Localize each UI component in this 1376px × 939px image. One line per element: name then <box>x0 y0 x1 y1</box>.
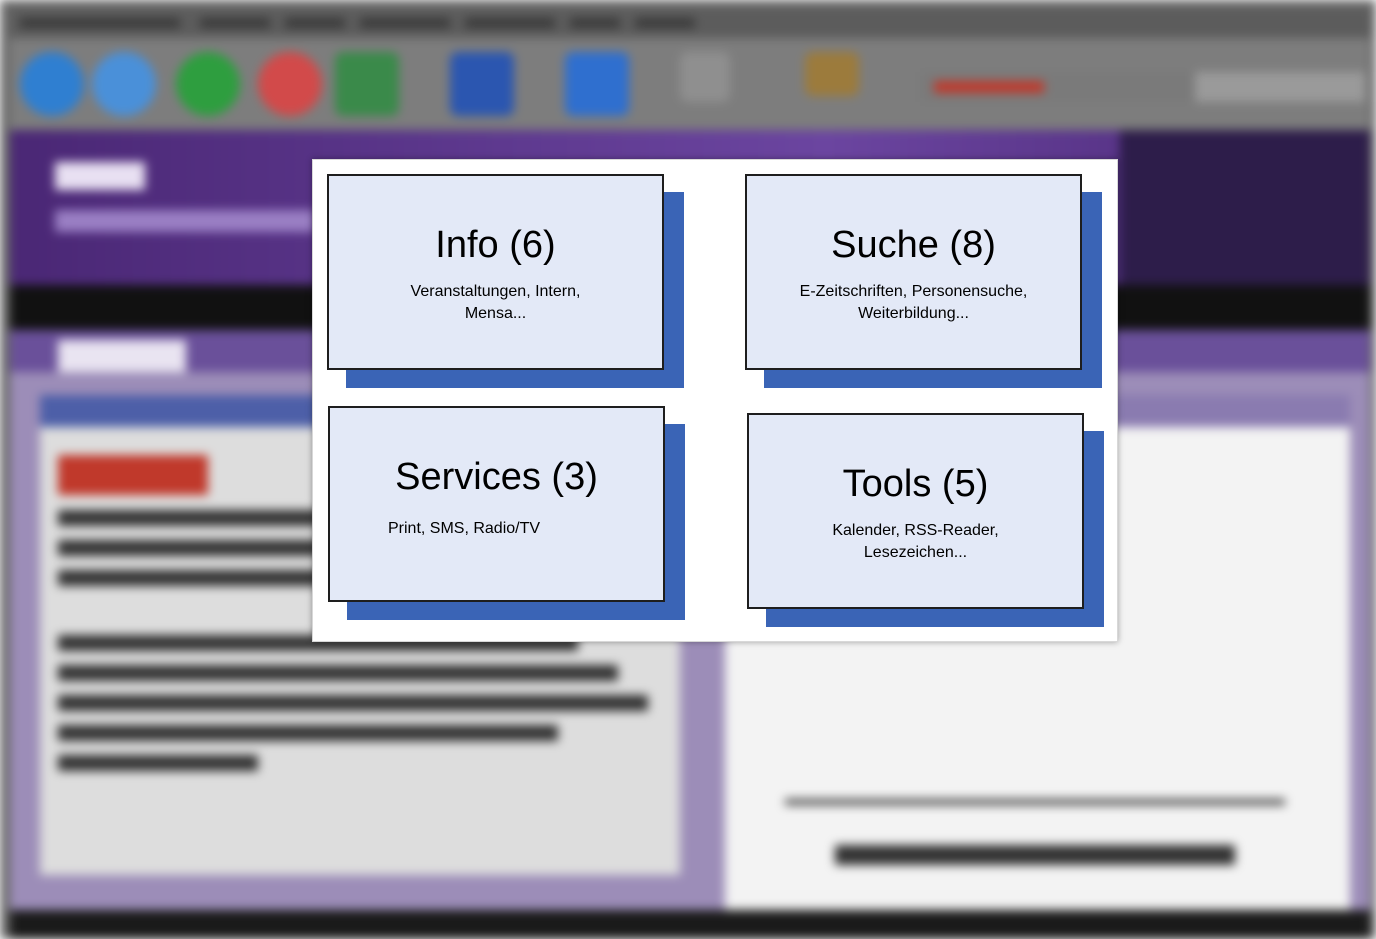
tile-face: Suche (8) E-Zeitschriften, Personensuche… <box>745 174 1082 370</box>
forward-icon[interactable] <box>92 52 156 116</box>
tile-info-desc-line1: Veranstaltungen, Intern, <box>410 283 581 300</box>
print-icon[interactable] <box>805 52 859 96</box>
back-icon[interactable] <box>20 52 84 116</box>
tile-info-desc-line2: Mensa... <box>464 305 527 322</box>
history-icon[interactable] <box>565 52 629 116</box>
tile-face: Services (3) Print, SMS, Radio/TV <box>328 406 665 602</box>
browser-menubar <box>10 8 1370 38</box>
category-overlay: Info (6) Veranstaltungen, Intern, Mensa.… <box>312 159 1118 642</box>
screen: Info (6) Veranstaltungen, Intern, Mensa.… <box>0 0 1376 939</box>
home-icon[interactable] <box>335 52 399 116</box>
tile-suche-desc-line2: Weiterbildung... <box>858 305 969 322</box>
tile-services-description: Print, SMS, Radio/TV <box>388 518 540 540</box>
address-bar[interactable] <box>920 72 1210 102</box>
tile-face: Info (6) Veranstaltungen, Intern, Mensa.… <box>327 174 664 370</box>
search-input[interactable] <box>1195 72 1365 102</box>
tile-tools-desc-line2: Lesezeichen... <box>863 544 968 561</box>
bookmarks-icon[interactable] <box>450 52 514 116</box>
browser-statusbar <box>10 910 1370 939</box>
tile-suche-desc-line1: E-Zeitschriften, Personensuche, <box>799 283 1028 300</box>
tile-info-description: Veranstaltungen, Intern, Mensa... <box>329 281 662 325</box>
tile-info-title: Info (6) <box>435 224 556 266</box>
tile-tools-description: Kalender, RSS-Reader, Lesezeichen... <box>749 520 1082 564</box>
tile-info[interactable]: Info (6) Veranstaltungen, Intern, Mensa.… <box>327 174 684 388</box>
stop-icon[interactable] <box>258 52 322 116</box>
tile-suche[interactable]: Suche (8) E-Zeitschriften, Personensuche… <box>745 174 1102 388</box>
tile-face: Tools (5) Kalender, RSS-Reader, Lesezeic… <box>747 413 1084 609</box>
new-window-icon[interactable] <box>680 52 730 102</box>
tile-services[interactable]: Services (3) Print, SMS, Radio/TV <box>328 406 685 620</box>
tile-suche-description: E-Zeitschriften, Personensuche, Weiterbi… <box>747 281 1080 325</box>
tile-tools-desc-line1: Kalender, RSS-Reader, <box>832 522 999 539</box>
tile-services-title: Services (3) <box>395 456 598 498</box>
reload-icon[interactable] <box>176 52 240 116</box>
tile-services-desc-line1: Print, SMS, Radio/TV <box>388 520 541 537</box>
tile-suche-title: Suche (8) <box>831 224 996 266</box>
tile-tools[interactable]: Tools (5) Kalender, RSS-Reader, Lesezeic… <box>747 413 1104 627</box>
tile-tools-title: Tools (5) <box>842 463 989 505</box>
